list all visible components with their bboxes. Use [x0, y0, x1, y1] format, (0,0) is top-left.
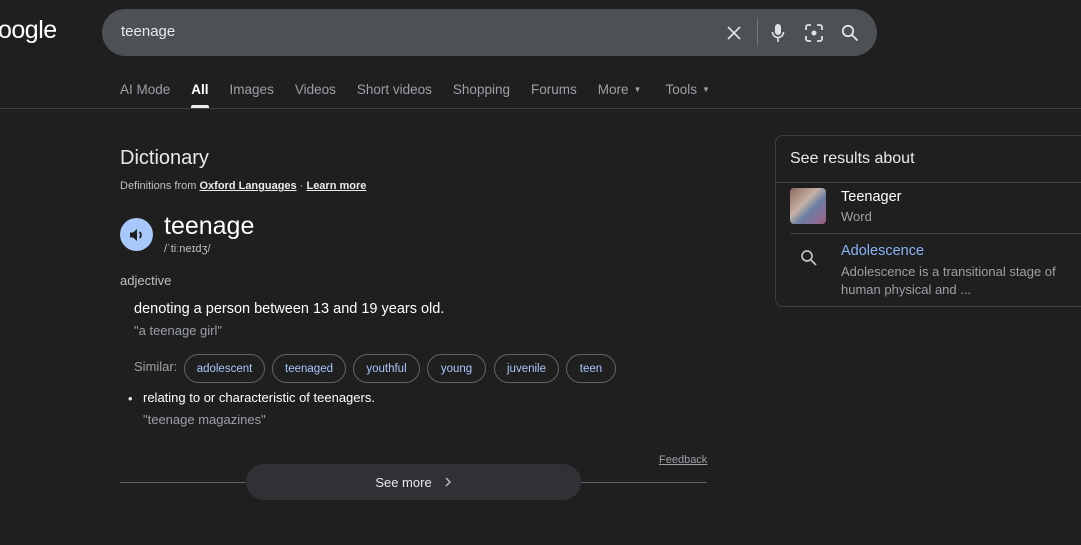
tab-videos[interactable]: Videos — [295, 82, 336, 97]
search-box — [102, 9, 877, 56]
example-1: "a teenage girl" — [134, 323, 223, 338]
search-icon[interactable] — [838, 21, 862, 45]
result-adolescence-link[interactable]: Adolescence — [841, 243, 924, 259]
phonetic: /ˈtiːneɪdʒ/ — [164, 243, 211, 255]
tab-short-videos[interactable]: Short videos — [357, 82, 432, 97]
caret-down-icon: ▼ — [701, 85, 710, 94]
divider — [757, 18, 758, 46]
divider — [790, 233, 1081, 234]
search-tabs: AI Mode All Images Videos Short videos S… — [120, 82, 731, 108]
source-prefix: Definitions from — [120, 180, 197, 192]
lens-camera-icon[interactable] — [802, 21, 826, 45]
search-input[interactable] — [121, 23, 701, 40]
oxford-languages-link[interactable]: Oxford Languages — [199, 180, 296, 192]
clear-icon[interactable] — [722, 21, 746, 45]
dictionary-source: Definitions from Oxford Languages · Lear… — [120, 180, 366, 192]
dictionary-title: Dictionary — [120, 147, 209, 169]
result-adolescence-description: Adolescence is a transitional stage of h… — [841, 264, 1056, 297]
example-2: "teenage magazines" — [143, 412, 266, 427]
tab-all[interactable]: All — [191, 82, 209, 108]
tab-ai-mode[interactable]: AI Mode — [120, 82, 170, 97]
chevron-right-icon — [445, 477, 451, 487]
result-teenager-type: Word — [841, 209, 872, 224]
headword: teenage — [164, 212, 255, 240]
similar-chip[interactable]: young — [427, 354, 486, 383]
separator: · — [299, 180, 304, 192]
part-of-speech: adjective — [120, 273, 172, 288]
see-more-button[interactable]: See more — [246, 464, 581, 500]
divider — [776, 182, 1081, 183]
learn-more-link[interactable]: Learn more — [306, 180, 366, 192]
definition-1: denoting a person between 13 and 19 year… — [134, 301, 445, 317]
tab-forums[interactable]: Forums — [531, 82, 577, 97]
result-teenager[interactable]: Teenager — [841, 189, 901, 205]
panel-title: See results about — [790, 150, 915, 167]
see-more-label: See more — [375, 474, 432, 490]
header-divider — [0, 108, 1081, 109]
tab-images[interactable]: Images — [230, 82, 274, 97]
similar-chip[interactable]: adolescent — [184, 354, 265, 383]
google-logo[interactable]: oogle — [0, 16, 57, 45]
similar-chip[interactable]: teen — [566, 354, 616, 383]
tab-more[interactable]: More ▼ — [598, 82, 642, 97]
tab-tools[interactable]: Tools ▼ — [665, 82, 709, 97]
see-results-about-panel: See results about Teenager Word Adolesce… — [775, 135, 1081, 307]
similar-label: Similar: — [134, 359, 178, 374]
teenager-thumbnail[interactable] — [790, 188, 826, 224]
feedback-link[interactable]: Feedback — [659, 454, 707, 466]
definition-2: relating to or characteristic of teenage… — [143, 390, 375, 405]
similar-chip[interactable]: juvenile — [494, 354, 559, 383]
similar-chip[interactable]: youthful — [353, 354, 420, 383]
search-icon — [801, 250, 817, 266]
caret-down-icon: ▼ — [633, 85, 642, 94]
tab-more-label: More — [597, 82, 629, 97]
tab-tools-label: Tools — [665, 82, 697, 97]
pronounce-button[interactable] — [120, 218, 153, 251]
similar-chip[interactable]: teenaged — [272, 354, 346, 383]
speaker-icon — [129, 228, 142, 241]
tab-shopping[interactable]: Shopping — [453, 82, 510, 97]
bullet-icon: • — [128, 391, 133, 406]
microphone-icon[interactable] — [766, 21, 790, 45]
